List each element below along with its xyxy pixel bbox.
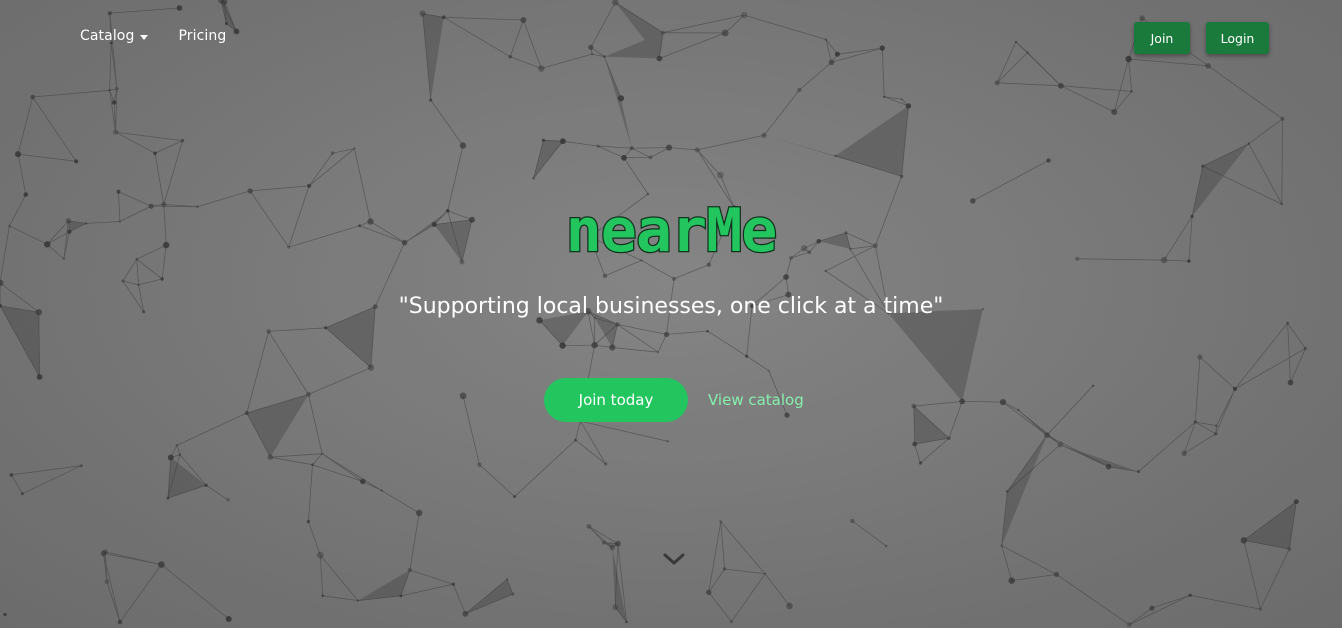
nav-catalog-label: Catalog xyxy=(80,28,135,44)
auth-nav: Join Login xyxy=(1134,22,1269,54)
nav-pricing-link[interactable]: Pricing xyxy=(178,28,226,44)
chevron-down-icon[interactable] xyxy=(662,550,686,570)
hero-tagline: "Supporting local businesses, one click … xyxy=(398,294,944,319)
join-button[interactable]: Join xyxy=(1134,22,1190,54)
caret-down-icon xyxy=(140,34,149,40)
view-catalog-link[interactable]: View catalog xyxy=(708,391,804,409)
nav-catalog-dropdown[interactable]: Catalog xyxy=(80,28,149,44)
primary-nav: Catalog Pricing xyxy=(80,28,226,44)
hero-cta-group: Join today View catalog xyxy=(544,378,804,422)
login-button[interactable]: Login xyxy=(1206,22,1269,54)
brand-logo-text: nearMe xyxy=(564,195,778,268)
join-today-button[interactable]: Join today xyxy=(544,378,688,422)
hero-section: Catalog Pricing Join Login nearMe "Suppo… xyxy=(0,0,1342,628)
